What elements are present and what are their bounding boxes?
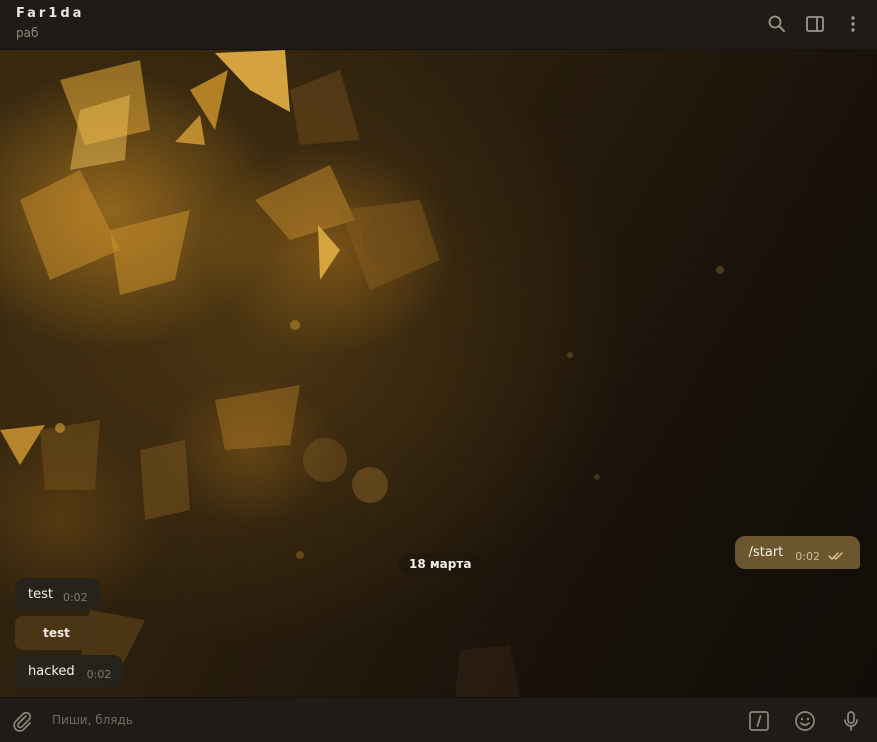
side-panel-button[interactable] bbox=[802, 11, 828, 37]
message-composer bbox=[0, 697, 877, 742]
message-time: 0:02 bbox=[795, 549, 820, 563]
microphone-icon bbox=[844, 711, 858, 731]
more-menu-button[interactable] bbox=[840, 11, 866, 37]
side-panel-icon bbox=[806, 16, 824, 32]
chat-subtitle: раб bbox=[16, 26, 39, 40]
message-text: hacked bbox=[28, 663, 75, 679]
message-text: /start bbox=[748, 545, 784, 560]
inline-keyboard-button[interactable]: test bbox=[15, 616, 98, 650]
message-input[interactable] bbox=[46, 707, 716, 733]
paperclip-icon bbox=[13, 711, 32, 732]
date-separator: 18 марта bbox=[398, 553, 483, 575]
emoji-icon bbox=[795, 711, 815, 731]
wallpaper-image bbox=[0, 50, 724, 697]
message-time: 0:02 bbox=[86, 668, 112, 681]
attach-button[interactable] bbox=[9, 708, 35, 734]
message-time: 0:02 bbox=[62, 591, 88, 604]
telegram-window: Far1da раб 18 марта /start 0:02 test 0:0… bbox=[0, 0, 877, 742]
chat-title[interactable]: Far1da bbox=[16, 6, 84, 21]
outgoing-message[interactable]: /start 0:02 bbox=[734, 536, 860, 569]
voice-message-button[interactable] bbox=[838, 708, 864, 734]
chat-history[interactable]: 18 марта bbox=[0, 50, 877, 697]
chat-header: Far1da раб bbox=[0, 0, 877, 50]
incoming-message[interactable]: hacked 0:02 bbox=[15, 655, 124, 687]
double-check-icon bbox=[828, 551, 843, 560]
message-text: test bbox=[28, 586, 53, 602]
more-vertical-icon bbox=[851, 16, 855, 32]
bot-command-icon bbox=[749, 711, 769, 731]
bot-commands-button[interactable] bbox=[746, 708, 772, 734]
search-icon bbox=[768, 15, 785, 32]
emoji-button[interactable] bbox=[792, 708, 818, 734]
search-button[interactable] bbox=[764, 11, 790, 37]
incoming-message[interactable]: test 0:02 bbox=[15, 578, 100, 610]
